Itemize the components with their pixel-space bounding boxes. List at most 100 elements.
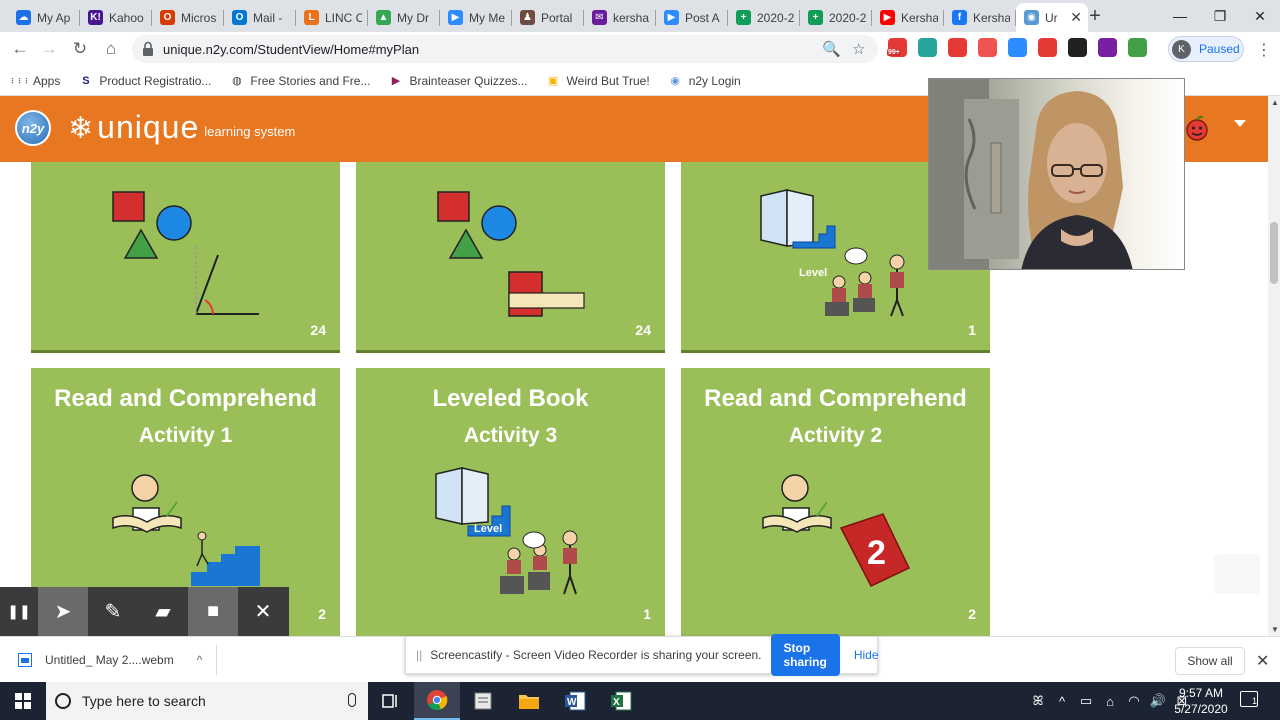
ext-record-icon[interactable]: [948, 38, 967, 57]
browser-tab[interactable]: O Micros: [152, 3, 224, 32]
show-all-button[interactable]: Show all: [1175, 647, 1245, 675]
cursor-icon[interactable]: ➤: [38, 587, 88, 636]
home-button[interactable]: ⌂: [99, 37, 123, 61]
ext-mail-icon[interactable]: 99+: [887, 38, 907, 57]
scrollbar-thumb[interactable]: [1270, 222, 1278, 284]
pen-icon[interactable]: ✎: [88, 587, 138, 636]
lesson-card[interactable]: 24: [356, 162, 665, 353]
ext-colorwheel-icon[interactable]: [1098, 38, 1117, 57]
ext-grammar-icon[interactable]: [978, 38, 997, 57]
url-text[interactable]: unique.n2y.com/StudentView/Home#myPlan: [163, 42, 419, 57]
action-center-icon[interactable]: 1: [1240, 691, 1258, 707]
stop-sharing-button[interactable]: Stop sharing: [770, 634, 840, 676]
tab-favicon-icon: O: [160, 10, 175, 25]
browser-tab[interactable]: ▶ Kersha: [872, 3, 944, 32]
tab-title: kersha: [613, 10, 650, 25]
pause-icon[interactable]: ❚❚: [0, 587, 38, 636]
bookmark-item[interactable]: ▶ Brainteaser Quizzes...: [388, 73, 528, 88]
browser-tab[interactable]: O Mail -: [224, 3, 296, 32]
files-taskbar-app[interactable]: [460, 682, 506, 720]
excel-taskbar-app[interactable]: X: [598, 682, 644, 720]
apple-avatar-icon[interactable]: [1183, 114, 1211, 142]
browser-menu-icon[interactable]: ⋮: [1256, 40, 1272, 60]
bookmark-label: Apps: [33, 73, 61, 88]
download-item[interactable]: Untitled_ May 2....webm ^: [18, 653, 202, 667]
browser-tab[interactable]: ♟ Portal: [512, 3, 584, 32]
n2y-logo[interactable]: n2y: [15, 110, 51, 146]
scroll-down-icon[interactable]: ▼: [1271, 625, 1279, 634]
lesson-card[interactable]: Leveled Book Activity 3 Level 1: [356, 368, 665, 636]
reload-button[interactable]: ↻: [68, 37, 92, 61]
volume-icon[interactable]: 🔊: [1146, 693, 1170, 709]
close-tab-icon[interactable]: ✕: [1070, 9, 1082, 26]
browser-tab[interactable]: ◉ Ur ✕: [1016, 3, 1088, 32]
browser-tab[interactable]: ▶ My Me: [440, 3, 512, 32]
network-icon[interactable]: ⌂: [1098, 694, 1122, 709]
leveled-book-illustration: Level: [435, 467, 578, 595]
taskbar-clock[interactable]: 9:57 AM 5/27/2020: [1168, 685, 1234, 717]
browser-tab[interactable]: +2020-2: [728, 3, 800, 32]
show-hidden-icons-chevron[interactable]: ^: [1050, 694, 1074, 709]
bookmark-star-icon[interactable]: ☆: [852, 40, 865, 58]
word-taskbar-app[interactable]: W: [552, 682, 598, 720]
chevron-up-icon[interactable]: ^: [197, 653, 203, 667]
drag-handle-icon[interactable]: ||: [416, 648, 422, 662]
minimize-button[interactable]: —: [1160, 0, 1200, 32]
unique-brand[interactable]: ❄ unique learning system: [68, 110, 295, 144]
browser-tab[interactable]: ▲ My Dr: [368, 3, 440, 32]
browser-tab[interactable]: L LINC C: [296, 3, 368, 32]
bookmark-item[interactable]: ⋮⋮⋮ Apps: [9, 73, 61, 88]
start-button[interactable]: [0, 682, 46, 720]
chrome-icon: [427, 690, 448, 711]
address-bar[interactable]: unique.n2y.com/StudentView/Home#myPlan 🔍…: [132, 35, 878, 63]
browser-tab[interactable]: ▶ Post A: [656, 3, 728, 32]
tab-favicon-icon: O: [232, 10, 247, 25]
bookmark-item[interactable]: S Product Registratio...: [78, 73, 211, 88]
card-count: 1: [643, 606, 651, 622]
webcam-overlay[interactable]: [928, 78, 1185, 270]
bookmark-item[interactable]: ◉ n2y Login: [668, 73, 740, 88]
scroll-top-button[interactable]: [1214, 554, 1260, 594]
task-view-button[interactable]: [368, 682, 414, 720]
browser-tab[interactable]: ☁ My Ap: [8, 3, 80, 32]
close-icon[interactable]: ✕: [238, 587, 288, 636]
tab-favicon-icon: ◉: [1024, 10, 1039, 25]
microphone-icon[interactable]: [348, 693, 356, 707]
people-icon[interactable]: ꕤ: [1026, 693, 1050, 709]
profile-button[interactable]: K Paused: [1168, 36, 1244, 62]
camera-icon[interactable]: ■: [188, 587, 238, 636]
chrome-taskbar-app[interactable]: [414, 682, 460, 720]
file-explorer-taskbar-app[interactable]: [506, 682, 552, 720]
card-subtitle: Activity 3: [463, 424, 558, 447]
taskbar-search[interactable]: Type here to search: [46, 682, 368, 720]
battery-icon[interactable]: ▭: [1074, 693, 1098, 709]
new-tab-button[interactable]: +: [1084, 5, 1106, 27]
hide-link[interactable]: Hide: [854, 648, 879, 662]
browser-tab[interactable]: ✉ kersha: [584, 3, 656, 32]
download-filename: Untitled_ May 2....webm: [45, 653, 174, 667]
maximize-button[interactable]: ❐: [1200, 0, 1240, 32]
zoom-icon[interactable]: 🔍: [822, 40, 841, 58]
browser-tab[interactable]: +2020-2: [800, 3, 872, 32]
close-window-button[interactable]: ✕: [1240, 0, 1280, 32]
lesson-card[interactable]: Read and Comprehend Activity 2 2 2: [681, 368, 990, 636]
lesson-card[interactable]: 24: [31, 162, 340, 353]
browser-tab[interactable]: f Kersha: [944, 3, 1016, 32]
ext-qr-icon[interactable]: [1068, 38, 1087, 57]
browser-tab[interactable]: K! Kahoo: [80, 3, 152, 32]
scroll-up-icon[interactable]: ▲: [1271, 98, 1279, 107]
highlighter-icon[interactable]: ▰: [138, 587, 188, 636]
close-shelf-icon[interactable]: ✕: [1256, 651, 1269, 671]
ext-screencastify-icon[interactable]: [1128, 38, 1147, 57]
ext-zoom-icon[interactable]: [1008, 38, 1027, 57]
page-scrollbar[interactable]: ▲ ▼: [1268, 96, 1280, 636]
forward-button[interactable]: →: [37, 37, 61, 61]
back-button[interactable]: ←: [8, 37, 32, 61]
bookmark-item[interactable]: ▣ Weird But True!: [546, 73, 650, 88]
ext-screenshot-icon[interactable]: [918, 38, 937, 57]
ext-yab-icon[interactable]: [1038, 38, 1057, 57]
wifi-icon[interactable]: ◠: [1122, 693, 1146, 709]
bookmark-item[interactable]: ◍ Free Stories and Fre...: [229, 73, 370, 88]
windows-taskbar: Type here to search W X ꕤ ^ ▭ ⌂ ◠ 🔊 ⊠ 9:…: [0, 682, 1280, 720]
account-menu-caret-icon[interactable]: [1234, 120, 1246, 127]
